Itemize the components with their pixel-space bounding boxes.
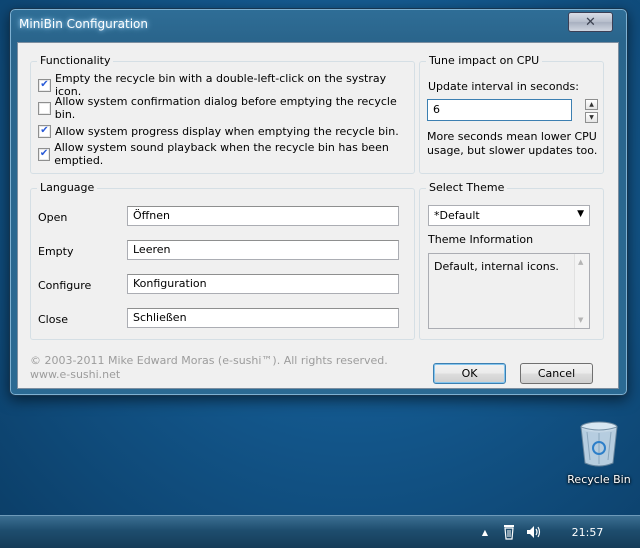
language-row-configure: Configure Konfiguration [31,274,401,296]
functionality-group: Functionality ✔ Empty the recycle bin wi… [30,54,415,174]
language-group: Language Open Öffnen Empty Leeren Config… [30,181,415,340]
theme-select[interactable]: *Default ▼ [428,205,590,226]
checkbox[interactable]: ✔ [38,78,51,92]
minibin-tray-icon[interactable] [500,516,518,548]
volume-icon[interactable] [524,516,544,548]
language-label: Close [38,313,68,326]
option-confirmation-dialog[interactable]: Allow system confirmation dialog before … [38,95,414,121]
chevron-down-icon[interactable]: ▼ [577,209,584,219]
theme-info-scrollbar[interactable]: ▲ ▼ [574,254,589,328]
theme-info-box[interactable]: Default, internal icons. ▲ ▼ [428,253,590,329]
interval-hint: More seconds mean lower CPU usage, but s… [427,130,598,157]
clock-time: 21:57 [571,525,604,539]
spin-down-icon[interactable]: ▼ [585,112,598,123]
show-hidden-icons-icon[interactable]: ▲ [478,516,492,548]
theme-info-text: Default, internal icons. [434,260,559,273]
option-progress-display[interactable]: ✔ Allow system progress display when emp… [38,123,399,139]
language-row-empty: Empty Leeren [31,240,401,262]
interval-spinner: ▲ ▼ [585,99,598,123]
recycle-bin-icon [580,421,618,467]
language-group-title: Language [37,181,98,194]
window-title: MiniBin Configuration [19,17,148,31]
copyright-text: © 2003-2011 Mike Edward Moras (e-sushi™)… [30,354,388,367]
language-label: Configure [38,279,92,292]
language-row-open: Open Öffnen [31,206,401,228]
clock[interactable]: 21:57 [565,516,610,548]
checkbox[interactable]: ✔ [38,147,51,161]
close-icon: ✕ [585,14,596,30]
spin-up-icon[interactable]: ▲ [585,99,598,110]
option-label: Allow system sound playback when the rec… [54,141,389,167]
ok-button[interactable]: OK [433,363,506,384]
theme-group: Select Theme *Default ▼ Theme Informatio… [419,181,604,340]
language-label: Open [38,211,68,224]
theme-select-value: *Default [434,209,480,222]
theme-group-title: Select Theme [426,181,508,194]
recycle-bin-label: Recycle Bin [567,473,631,486]
recycle-bin-desktop-icon[interactable]: Recycle Bin [563,420,635,486]
functionality-group-title: Functionality [37,54,114,67]
checkbox[interactable] [38,101,51,115]
checkbox[interactable]: ✔ [38,124,51,138]
website-link[interactable]: www.e-sushi.net [30,368,388,382]
language-label: Empty [38,245,74,258]
language-row-close: Close Schließen [31,308,401,330]
config-window: MiniBin Configuration ✕ Functionality ✔ … [9,8,628,396]
taskbar: ▲ 21:57 [0,515,640,548]
option-double-click-empty[interactable]: ✔ Empty the recycle bin with a double-le… [38,72,414,98]
scroll-down-icon[interactable]: ▼ [578,316,583,324]
interval-input[interactable]: 6 [427,99,572,121]
title-bar[interactable]: MiniBin Configuration ✕ [10,9,627,42]
language-input-empty[interactable]: Leeren [127,240,399,260]
theme-info-label: Theme Information [428,233,534,246]
cancel-button[interactable]: Cancel [520,363,593,384]
copyright-footer: © 2003-2011 Mike Edward Moras (e-sushi™)… [30,354,388,382]
language-input-configure[interactable]: Konfiguration [127,274,399,294]
option-label: Allow system confirmation dialog before … [54,95,397,121]
language-input-close[interactable]: Schließen [127,308,399,328]
dialog-client-area: Functionality ✔ Empty the recycle bin wi… [17,42,619,389]
option-sound-playback[interactable]: ✔ Allow system sound playback when the r… [38,141,414,167]
close-button[interactable]: ✕ [568,12,613,32]
option-label: Allow system progress display when empty… [55,124,399,138]
language-input-open[interactable]: Öffnen [127,206,399,226]
interval-label: Update interval in seconds: [428,80,579,93]
cpu-group-title: Tune impact on CPU [426,54,543,67]
scroll-up-icon[interactable]: ▲ [578,258,583,266]
